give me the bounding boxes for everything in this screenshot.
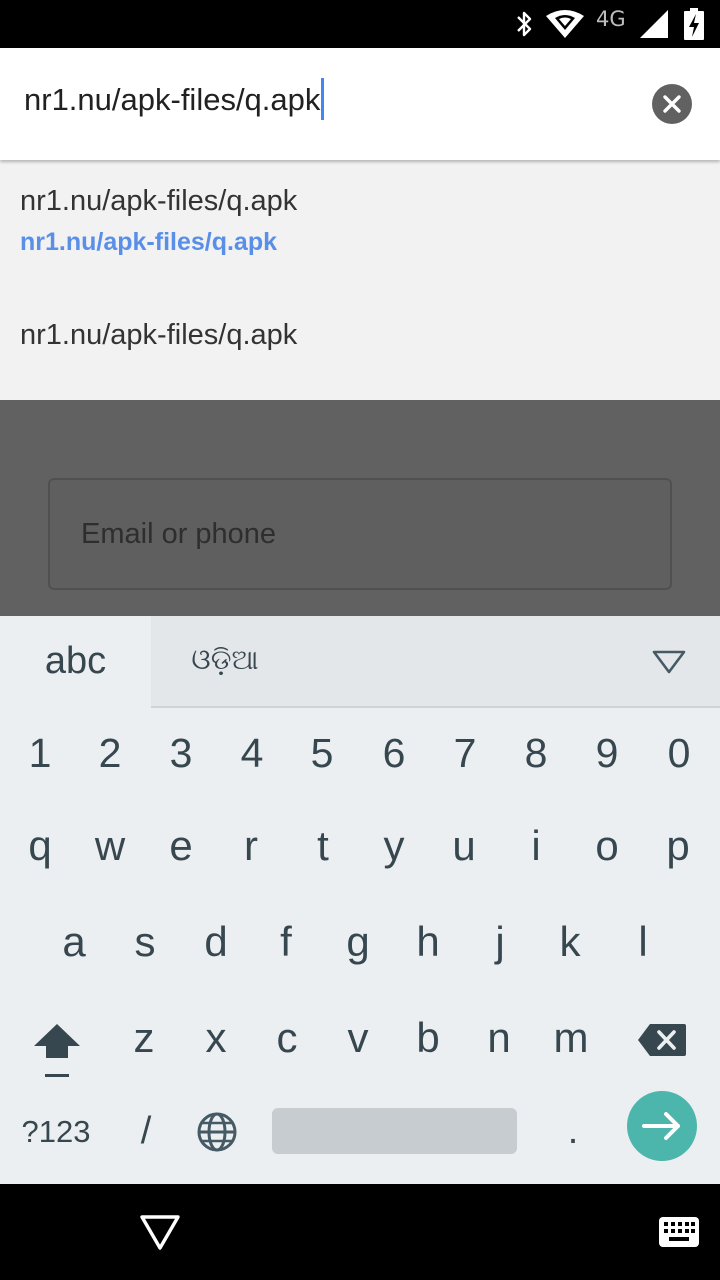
page-content: Email or phone [0,400,720,616]
key-y[interactable]: y [364,822,424,870]
tab-abc-label: abc [44,640,107,682]
key-0[interactable]: 0 [649,730,709,777]
suggestion-item[interactable]: nr1.nu/apk-files/q.apk [0,295,720,400]
suggestion-title: nr1.nu/apk-files/q.apk [20,319,298,351]
cell-signal-icon [640,10,668,38]
status-bar: 4G [0,0,720,48]
keyboard: abc ଓଡ଼ିଆ 1 2 3 4 5 6 7 8 9 0 q w e r t … [0,616,720,1184]
url-bar: nr1.nu/apk-files/q.apk [0,48,720,160]
key-d[interactable]: d [186,918,246,966]
period-key[interactable]: . [556,1110,590,1153]
key-3[interactable]: 3 [151,730,211,777]
suggestions-list: nr1.nu/apk-files/q.apk nr1.nu/apk-files/… [0,160,720,400]
tab-odia[interactable]: ଓଡ଼ିଆ [190,638,260,688]
key-o[interactable]: o [577,822,637,870]
language-switch-key[interactable] [195,1110,239,1154]
suggestion-title: nr1.nu/apk-files/q.apk [20,185,298,217]
key-1[interactable]: 1 [10,730,70,777]
shift-key[interactable] [30,1020,84,1080]
key-u[interactable]: u [434,822,494,870]
keyboard-tabs: abc ଓଡ଼ିଆ [0,616,720,706]
backspace-icon [638,1024,686,1056]
url-text: nr1.nu/apk-files/q.apk [24,82,321,117]
tab-abc[interactable]: abc [0,616,151,706]
symbols-key[interactable]: ?123 [16,1114,96,1150]
clear-button[interactable] [652,84,692,124]
go-key[interactable] [627,1091,697,1161]
arrow-right-icon [642,1112,680,1140]
hide-keyboard-icon[interactable] [650,646,688,676]
key-a[interactable]: a [44,918,104,966]
bluetooth-icon [517,11,532,37]
key-b[interactable]: b [398,1014,458,1062]
key-p[interactable]: p [648,822,708,870]
email-placeholder: Email or phone [81,518,277,550]
key-q[interactable]: q [10,822,70,870]
suggestion-item[interactable]: nr1.nu/apk-files/q.apk nr1.nu/apk-files/… [0,160,720,295]
key-g[interactable]: g [328,918,388,966]
key-f[interactable]: f [256,918,316,966]
key-4[interactable]: 4 [222,730,282,777]
wifi-icon [546,10,584,38]
key-x[interactable]: x [186,1014,246,1062]
key-5[interactable]: 5 [292,730,352,777]
key-e[interactable]: e [151,822,211,870]
shift-icon [34,1024,80,1077]
key-c[interactable]: c [257,1014,317,1062]
key-n[interactable]: n [469,1014,529,1062]
url-input[interactable]: nr1.nu/apk-files/q.apk [24,77,325,120]
globe-icon [197,1112,237,1152]
keyboard-divider [151,706,720,708]
key-r[interactable]: r [221,822,281,870]
key-m[interactable]: m [541,1014,601,1062]
space-key[interactable] [272,1108,517,1154]
key-7[interactable]: 7 [435,730,495,777]
key-j[interactable]: j [470,918,530,966]
clear-icon [663,95,681,113]
back-triangle-icon[interactable] [138,1212,182,1252]
key-l[interactable]: l [613,918,673,966]
network-type: 4G [596,7,626,31]
key-8[interactable]: 8 [506,730,566,777]
keyboard-switch-icon[interactable] [658,1216,700,1248]
slash-key[interactable]: / [126,1110,166,1153]
key-6[interactable]: 6 [364,730,424,777]
navigation-bar [0,1184,720,1280]
suggestion-url: nr1.nu/apk-files/q.apk [20,228,278,256]
key-t[interactable]: t [293,822,353,870]
key-s[interactable]: s [115,918,175,966]
email-field[interactable]: Email or phone [48,478,672,590]
key-9[interactable]: 9 [577,730,637,777]
key-v[interactable]: v [328,1014,388,1062]
key-z[interactable]: z [114,1014,174,1062]
key-k[interactable]: k [540,918,600,966]
key-2[interactable]: 2 [80,730,140,777]
key-i[interactable]: i [506,822,566,870]
text-caret [321,77,325,120]
key-h[interactable]: h [398,918,458,966]
key-w[interactable]: w [80,822,140,870]
backspace-key[interactable] [636,1022,688,1058]
battery-charging-icon [684,8,704,40]
